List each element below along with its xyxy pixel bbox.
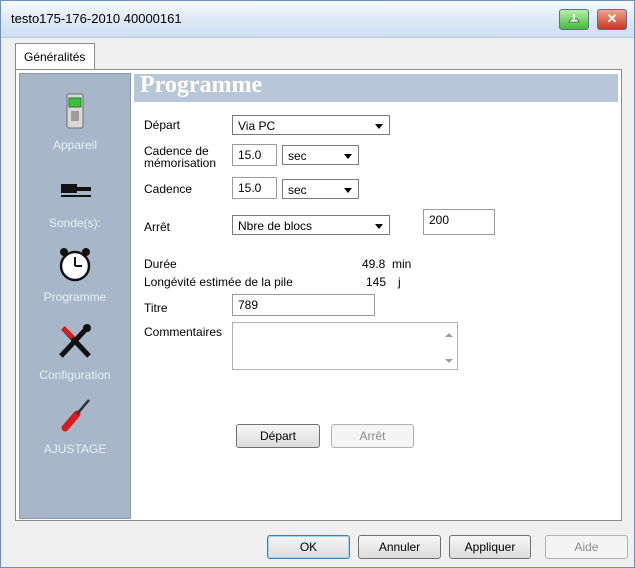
ok-button[interactable]: OK [267,535,350,559]
arret-select[interactable]: Nbre de blocs [232,215,390,235]
chevron-down-icon [375,124,383,129]
cadence-unit-select[interactable]: sec [282,179,359,199]
section-banner: Programme [134,72,618,102]
arret-label: Arrêt [144,220,171,234]
sidebar-item-appareil[interactable]: Appareil [20,92,130,152]
chevron-down-icon [344,188,352,193]
cadence-mem-unit-select[interactable]: sec [282,145,359,165]
sidebar-item-ajustage[interactable]: AJUSTAGE [20,396,130,456]
arret-count-input[interactable]: 200 [423,209,495,235]
probe-icon [55,170,95,210]
scroll-up-icon [445,333,453,337]
pile-label: Longévité estimée de la pile [144,275,293,289]
cadence-unit: sec [288,183,307,197]
cadence-mem-value: 15.0 [238,148,262,162]
commentaires-textarea[interactable] [232,322,458,370]
depart-select[interactable]: Via PC [232,115,390,135]
close-window-button[interactable]: ✕ [597,9,627,30]
cadence-input[interactable]: 15.0 [232,177,277,199]
chevron-down-icon [344,154,352,159]
depart-value: Via PC [238,119,276,133]
titre-label: Titre [144,301,168,315]
help-window-button[interactable] [559,9,589,30]
cadence-value: 15.0 [238,181,262,195]
commentaires-scrollbar[interactable] [440,323,457,369]
arret-value: Nbre de blocs [238,219,313,233]
sidebar-item-sondes[interactable]: Sonde(s): [20,170,130,230]
tools-icon [55,322,95,362]
duree-unit: min [392,257,412,271]
commentaires-label: Commentaires [144,325,223,339]
titre-input[interactable]: 789 [232,294,375,316]
annuler-button[interactable]: Annuler [358,535,441,559]
section-title: Programme [140,72,263,98]
depart-label: Départ [144,118,181,132]
sidebar-item-label: Programme [43,290,107,304]
tab-generalites[interactable]: Généralités [15,43,95,70]
arret-count-value: 200 [429,213,450,227]
cadence-label: Cadence [144,182,193,196]
sidebar-item-programme[interactable]: Programme [20,244,130,304]
sidebar-item-configuration[interactable]: Configuration [20,322,130,382]
screwdriver-icon [55,396,95,436]
title-bar: testo175-176-2010 40000161 ✕ [1,1,634,38]
scroll-down-icon [445,359,453,363]
close-icon: ✕ [606,11,618,26]
duree-value: 49.8 [362,257,386,271]
arret-button[interactable]: Arrêt [331,424,414,448]
duree-label: Durée [144,257,177,271]
sidebar-item-label: Appareil [52,138,98,152]
pile-unit: j [398,275,401,289]
appliquer-button[interactable]: Appliquer [449,535,531,559]
aide-button[interactable]: Aide [545,535,628,559]
chevron-down-icon [375,224,383,229]
sidebar-item-label: Configuration [39,368,111,382]
dialog-window: testo175-176-2010 40000161 ✕ Généralités… [0,0,635,568]
help-icon [568,14,580,23]
cadence-mem-input[interactable]: 15.0 [232,144,277,166]
depart-button[interactable]: Départ [236,424,320,448]
sidebar-item-label: Sonde(s): [48,216,102,230]
pile-value: 145 [366,275,387,289]
sidebar-item-label: AJUSTAGE [43,442,107,456]
alarm-clock-icon [55,244,95,284]
tab-label: Généralités [24,50,86,64]
cadence-mem-unit: sec [288,149,307,163]
device-icon [55,92,95,132]
titre-value: 789 [238,298,259,312]
window-title: testo175-176-2010 40000161 [11,11,182,26]
sidebar: Appareil Sonde(s): Programme Configurati… [19,73,131,519]
cadence-mem-label: Cadence de mémorisation [144,144,217,170]
